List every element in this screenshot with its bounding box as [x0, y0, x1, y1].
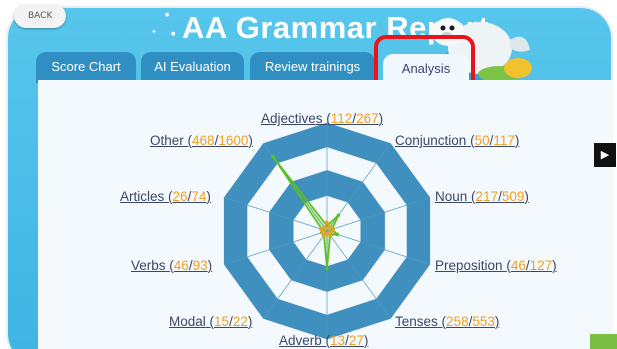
series-0-point: [335, 232, 340, 237]
axis-total: 93: [192, 258, 208, 273]
series-1-point: [328, 233, 332, 238]
axis-name: Adverb: [279, 333, 322, 348]
axis-total: 1600: [218, 133, 249, 148]
axis-label-conjunction[interactable]: Conjunction (50/117): [395, 133, 519, 148]
series-1-point: [331, 227, 335, 231]
axis-total: 553: [472, 314, 495, 329]
axis-label-preposition[interactable]: Preposition (46/127): [435, 258, 557, 273]
series-1-point: [321, 230, 325, 235]
axis-total: 267: [356, 111, 379, 126]
axis-correct: 217: [475, 189, 499, 204]
series-0-point: [271, 154, 275, 159]
series-1-point: [322, 225, 327, 230]
axis-name: Adjectives: [261, 111, 323, 126]
series-1-point: [325, 220, 329, 225]
axis-label-articles[interactable]: Articles (26/74): [120, 189, 211, 204]
axis-total: 22: [232, 314, 248, 329]
axis-correct: 13: [330, 333, 346, 348]
axis-correct: 46: [510, 258, 526, 273]
axis-correct: 258: [446, 314, 469, 329]
series-0-point: [336, 213, 341, 218]
axis-total: 127: [529, 258, 553, 273]
corner-decoration: [590, 334, 617, 349]
series-1-point: [322, 233, 326, 238]
axis-label-modal[interactable]: Modal (15/22): [169, 314, 252, 329]
series-1-point: [325, 232, 329, 237]
axis-name: Preposition: [435, 258, 503, 273]
series-1-point: [329, 230, 333, 235]
axis-label-noun[interactable]: Noun (217/509): [435, 189, 529, 204]
axis-correct: 468: [192, 133, 215, 148]
axis-name: Other: [150, 133, 184, 148]
axis-name: Noun: [435, 189, 468, 204]
axis-total: 74: [191, 189, 207, 204]
axis-label-adjectives[interactable]: Adjectives (112/267): [261, 111, 383, 126]
axis-name: Verbs: [131, 258, 166, 273]
axis-correct: 26: [172, 189, 188, 204]
axis-label-adverb[interactable]: Adverb (13/27): [279, 333, 368, 348]
radar-chart: [223, 122, 431, 340]
axis-total: 509: [501, 189, 525, 204]
series-1-point: [328, 224, 332, 229]
axis-correct: 112: [330, 111, 353, 126]
axis-label-verbs[interactable]: Verbs (46/93): [131, 258, 212, 273]
axis-label-tenses[interactable]: Tenses (258/553): [395, 314, 499, 329]
axis-correct: 15: [214, 314, 230, 329]
axis-correct: 50: [474, 133, 490, 148]
axis-total: 117: [493, 133, 515, 148]
axis-name: Articles: [120, 189, 165, 204]
axis-label-other[interactable]: Other (468/1600): [150, 133, 253, 148]
series-0-point: [325, 267, 329, 271]
stage: BACK ✦ ● ● AA Grammar Report Score Chart…: [0, 0, 617, 349]
series-1-point: [319, 227, 323, 231]
axis-name: Conjunction: [395, 133, 467, 148]
axis-name: Modal: [169, 314, 206, 329]
axis-name: Tenses: [395, 314, 438, 329]
play-icon[interactable]: ▶: [594, 143, 616, 167]
axis-total: 27: [348, 333, 364, 348]
axis-correct: 46: [173, 258, 189, 273]
